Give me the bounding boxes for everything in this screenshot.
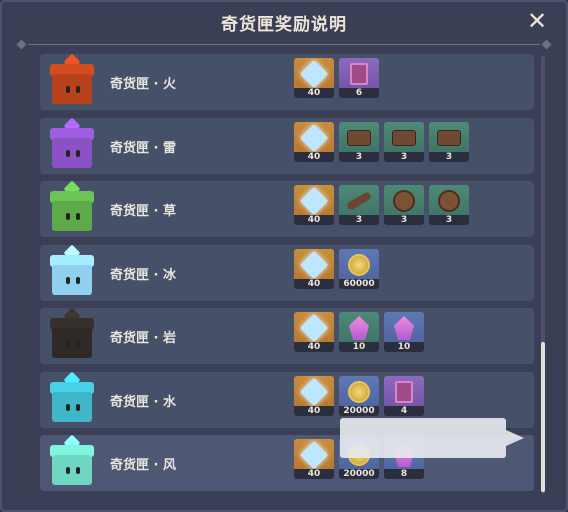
reward-quantity: 60000 — [339, 278, 379, 289]
reward-item[interactable]: 40 — [294, 312, 334, 352]
curio-box-icon — [44, 117, 100, 172]
reward-quantity: 20000 — [339, 469, 379, 479]
header-divider — [16, 39, 552, 50]
book-icon — [395, 380, 413, 403]
reward-quantity: 3 — [384, 151, 424, 162]
reward-quantity: 40 — [294, 88, 334, 98]
reward-quantity: 6 — [339, 88, 379, 98]
mora-icon — [348, 380, 370, 403]
curio-box-icon — [44, 180, 100, 235]
reward-items: 40 60000 — [294, 248, 379, 289]
row-name: 奇货匣 · 火 — [110, 77, 176, 92]
reward-row[interactable]: 奇货匣 · 雷 40 3 3 3 — [40, 117, 534, 174]
reward-item[interactable]: 3 — [339, 185, 379, 225]
dialog-title: 奇货匣奖励说明 — [221, 14, 347, 35]
tooltip-overlay — [340, 418, 524, 458]
curio-box-icon — [44, 307, 100, 362]
crystal-icon — [394, 316, 414, 340]
dialog-header: 奇货匣奖励说明 ✕ — [2, 2, 566, 42]
reward-item[interactable]: 60000 — [339, 248, 379, 289]
reward-quantity: 3 — [339, 215, 379, 225]
reward-quantity: 40 — [294, 215, 334, 225]
row-name: 奇货匣 · 草 — [110, 204, 176, 219]
scroll-icon — [347, 129, 371, 146]
reward-quantity: 40 — [294, 342, 334, 352]
reward-item[interactable]: 40 — [294, 248, 334, 289]
reward-quantity: 40 — [294, 151, 334, 162]
crystal-icon — [349, 316, 369, 340]
reward-item[interactable]: 10 — [339, 312, 379, 352]
curio-box-icon — [44, 244, 100, 299]
reward-item[interactable]: 10 — [384, 312, 424, 352]
primogem-icon — [299, 250, 329, 279]
reward-quantity: 4 — [384, 405, 424, 416]
reward-item[interactable]: 3 — [429, 185, 469, 225]
reward-item[interactable]: 6 — [339, 58, 379, 98]
reward-items: 40 10 10 — [294, 312, 424, 352]
curio-box-icon — [44, 371, 100, 426]
reward-row[interactable]: 奇货匣 · 岩 40 10 10 — [40, 307, 534, 364]
reward-item[interactable]: 40 — [294, 185, 334, 225]
primogem-icon — [299, 377, 329, 406]
reward-quantity: 8 — [384, 469, 424, 479]
reward-item[interactable]: 3 — [339, 121, 379, 162]
reward-quantity: 40 — [294, 469, 334, 479]
reward-quantity: 40 — [294, 278, 334, 289]
reward-item[interactable]: 20000 — [339, 375, 379, 416]
primogem-icon — [299, 440, 329, 470]
row-name: 奇货匣 · 岩 — [110, 331, 176, 346]
reward-info-dialog: 奇货匣奖励说明 ✕ 奇货匣 · 火 40 6 奇货匣 · 雷 40 3 3 3 奇货匣 · 草4… — [0, 0, 568, 512]
row-name: 奇货匣 · 水 — [110, 394, 176, 410]
reward-item[interactable]: 40 — [294, 375, 334, 416]
row-name: 奇货匣 · 风 — [110, 458, 176, 473]
reward-row[interactable]: 奇货匣 · 火 40 6 — [40, 54, 534, 110]
curio-box-icon — [44, 434, 100, 489]
reward-items: 40 3 3 3 — [294, 121, 469, 162]
scroll-icon — [437, 129, 461, 146]
reward-item[interactable]: 40 — [294, 439, 334, 479]
reward-quantity: 3 — [429, 151, 469, 162]
mask-icon — [438, 190, 460, 212]
reward-item[interactable]: 3 — [384, 185, 424, 225]
close-icon[interactable]: ✕ — [524, 8, 550, 34]
primogem-icon — [299, 123, 329, 152]
row-name: 奇货匣 · 雷 — [110, 140, 176, 156]
row-name: 奇货匣 · 冰 — [110, 267, 176, 283]
scrollbar[interactable] — [541, 56, 545, 494]
reward-items: 40 3 3 3 — [294, 185, 469, 225]
scrollbar-thumb[interactable] — [541, 342, 545, 492]
reward-quantity: 10 — [339, 342, 379, 352]
book-icon — [350, 63, 368, 85]
reward-quantity: 40 — [294, 405, 334, 416]
branch-icon — [345, 191, 373, 211]
reward-quantity: 3 — [339, 151, 379, 162]
reward-quantity: 3 — [384, 215, 424, 225]
mora-icon — [348, 253, 370, 276]
reward-quantity: 20000 — [339, 405, 379, 416]
reward-item[interactable]: 40 — [294, 121, 334, 162]
reward-row[interactable]: 奇货匣 · 冰 40 60000 — [40, 244, 534, 301]
scroll-icon — [392, 129, 416, 146]
mask-icon — [393, 190, 415, 212]
reward-quantity: 10 — [384, 342, 424, 352]
reward-item[interactable]: 4 — [384, 375, 424, 416]
primogem-icon — [299, 59, 329, 89]
reward-items: 40 6 — [294, 58, 379, 98]
curio-box-icon — [44, 54, 100, 108]
reward-item[interactable]: 3 — [384, 121, 424, 162]
reward-row[interactable]: 奇货匣 · 草 40 3 3 3 — [40, 180, 534, 237]
reward-items: 40 20000 4 — [294, 375, 424, 416]
primogem-icon — [299, 313, 329, 343]
reward-item[interactable]: 40 — [294, 58, 334, 98]
reward-quantity: 3 — [429, 215, 469, 225]
reward-item[interactable]: 3 — [429, 121, 469, 162]
primogem-icon — [299, 186, 329, 216]
